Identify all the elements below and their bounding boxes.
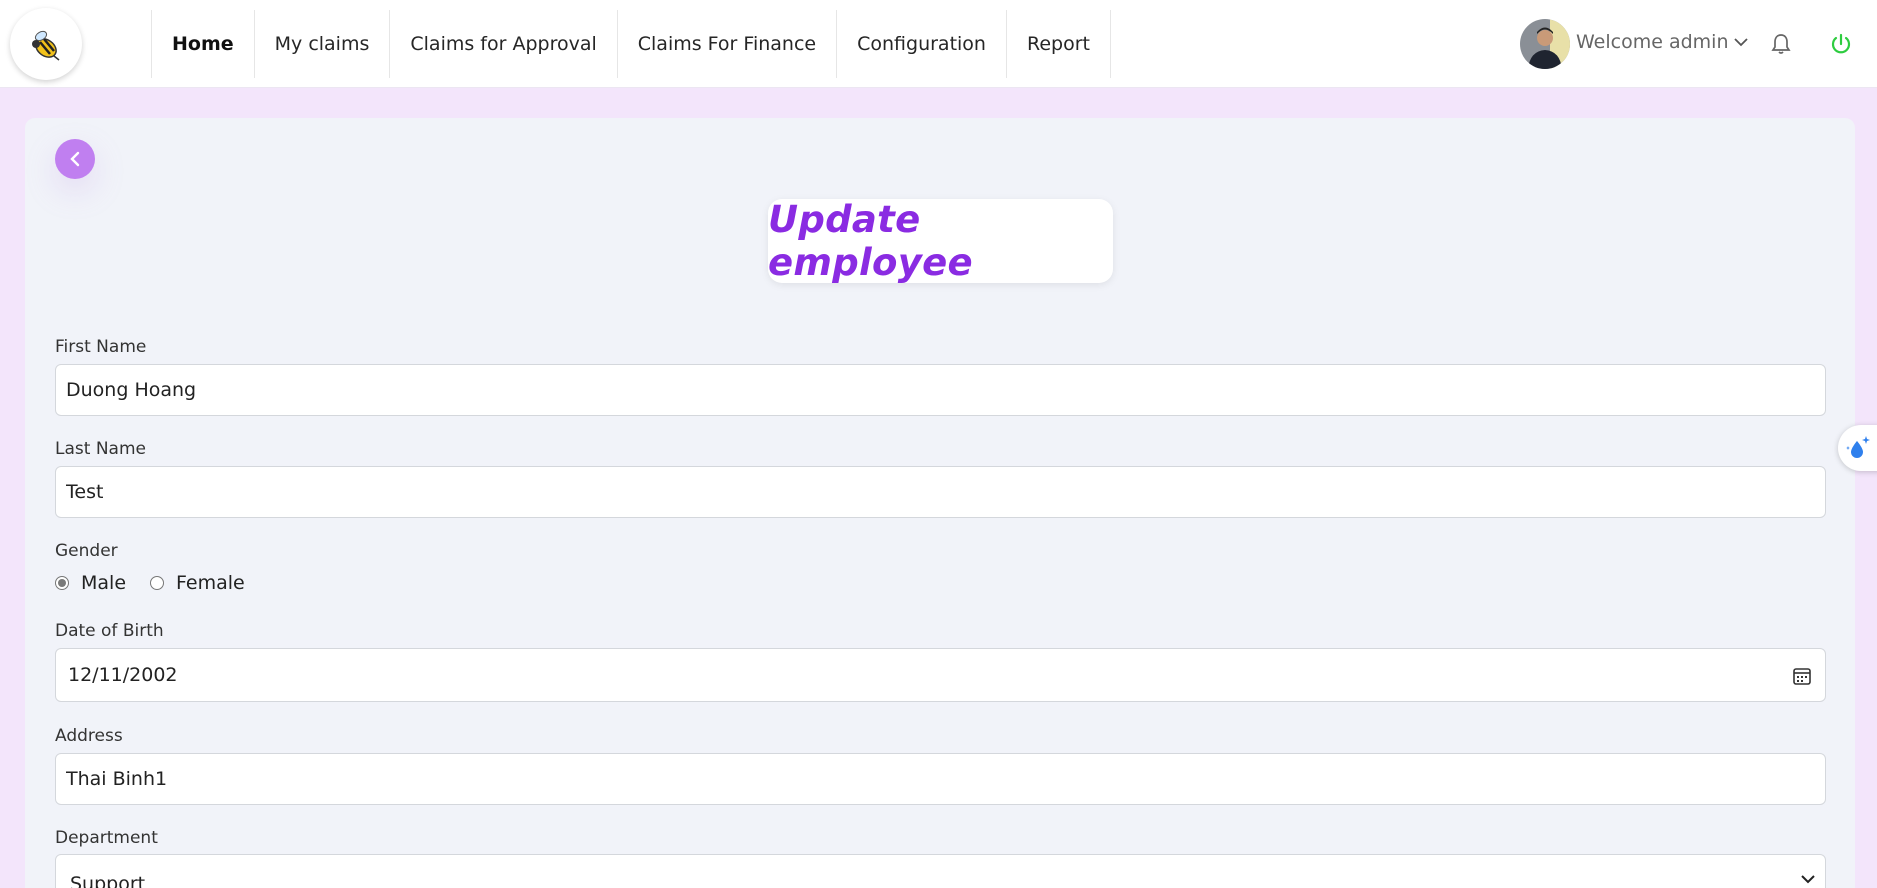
department-label: Department [55,828,158,848]
gender-female-label[interactable]: Female [176,572,245,594]
power-icon[interactable] [1830,33,1852,59]
back-button[interactable] [55,139,95,179]
gender-female-radio[interactable] [150,576,165,590]
nav-my-claims[interactable]: My claims [253,10,390,78]
nav-report[interactable]: Report [1005,10,1111,78]
app-logo[interactable] [10,8,82,80]
side-assistant-widget[interactable] [1838,425,1877,471]
last-name-field[interactable] [55,466,1826,518]
department-selected-value: Support [70,873,146,888]
top-navbar: Home My claims Claims for Approval Claim… [0,0,1877,88]
department-select[interactable]: Support [55,854,1826,888]
address-field[interactable] [55,753,1826,805]
bell-icon[interactable] [1771,33,1791,59]
nav-claims-for-finance[interactable]: Claims For Finance [616,10,836,78]
gender-label: Gender [55,541,118,561]
user-menu[interactable]: Welcome admin [1576,31,1749,53]
chevron-left-icon [70,151,80,167]
main-nav: Home My claims Claims for Approval Claim… [151,10,1111,78]
page-title: Update employee [768,198,973,284]
last-name-label: Last Name [55,439,146,459]
nav-configuration[interactable]: Configuration [836,10,1006,78]
welcome-text: Welcome admin [1576,31,1729,53]
droplet-sparkle-icon [1846,436,1870,458]
dob-field[interactable] [55,648,1826,702]
gender-radio-group: Male Female [55,572,269,594]
calendar-icon[interactable] [1792,666,1812,690]
first-name-field[interactable] [55,364,1826,416]
gender-male-radio[interactable] [55,576,69,590]
chevron-down-icon [1734,38,1749,47]
avatar[interactable] [1520,19,1570,69]
address-label: Address [55,726,123,746]
nav-home[interactable]: Home [151,10,254,78]
chevron-down-icon [1801,875,1815,884]
nav-claims-for-approval[interactable]: Claims for Approval [389,10,616,78]
page-title-box: Update employee [768,198,1113,284]
gender-male-label[interactable]: Male [81,572,126,594]
employee-form-card: Update employee First Name Last Name Gen… [25,118,1855,888]
dob-label: Date of Birth [55,621,164,641]
first-name-label: First Name [55,337,147,357]
